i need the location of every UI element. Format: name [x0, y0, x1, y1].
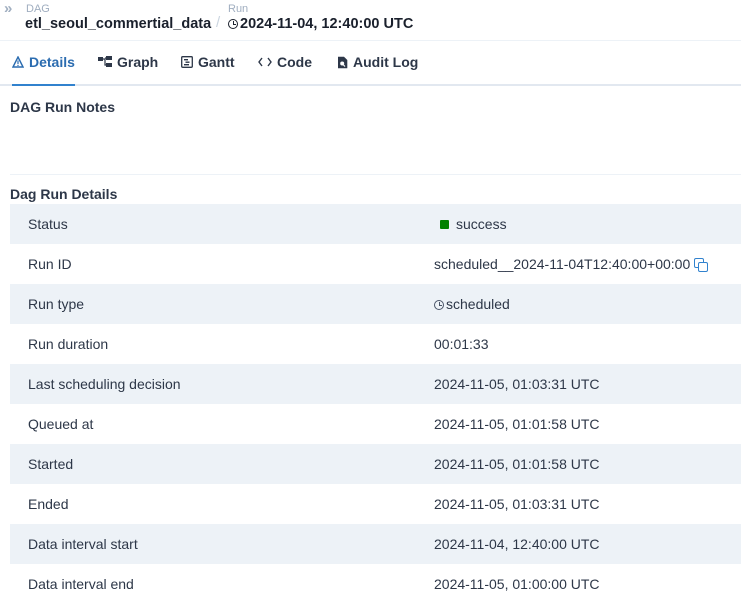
double-chevron-right-icon[interactable]: »	[4, 0, 12, 17]
row-value-data-interval-end: 2024-11-05, 01:00:00 UTC	[434, 576, 600, 592]
row-key-started: Started	[10, 444, 434, 484]
gantt-icon	[181, 56, 193, 68]
table-row: Status success	[10, 204, 741, 244]
row-key-run-type: Run type	[10, 284, 434, 324]
clock-icon	[228, 19, 238, 29]
tab-gantt-label: Gantt	[198, 54, 235, 70]
breadcrumb-separator: /	[216, 14, 221, 31]
table-row: Run type scheduled	[10, 284, 741, 324]
table-row: Queued at 2024-11-05, 01:01:58 UTC	[10, 404, 741, 444]
row-key-data-interval-start: Data interval start	[10, 524, 434, 564]
tab-graph[interactable]: Graph	[98, 40, 158, 84]
row-value-run-duration: 00:01:33	[434, 336, 489, 352]
breadcrumb-run-value[interactable]: 2024-11-04, 12:40:00 UTC	[228, 16, 413, 32]
table-row: Ended 2024-11-05, 01:03:31 UTC	[10, 484, 741, 524]
table-row: Run ID scheduled__2024-11-04T12:40:00+00…	[10, 244, 741, 284]
row-value-last-scheduling-decision: 2024-11-05, 01:03:31 UTC	[434, 364, 741, 404]
tab-audit-log-label: Audit Log	[353, 54, 419, 70]
row-key-run-duration: Run duration	[28, 336, 109, 352]
row-value-ended: 2024-11-05, 01:03:31 UTC	[434, 496, 600, 512]
breadcrumb-dag-id[interactable]: etl_seoul_commertial_data	[25, 16, 211, 32]
row-key-status: Status	[10, 204, 434, 244]
tab-gantt[interactable]: Gantt	[181, 40, 235, 84]
breadcrumb: » DAG etl_seoul_commertial_data / Run 20…	[0, 0, 741, 41]
notes-divider	[10, 174, 741, 175]
run-id-text: scheduled__2024-11-04T12:40:00+00:00	[434, 256, 691, 272]
row-value-data-interval-start: 2024-11-04, 12:40:00 UTC	[434, 524, 741, 564]
tab-code[interactable]: Code	[258, 40, 312, 84]
breadcrumb-dag-label: DAG	[26, 3, 50, 15]
table-row: Run duration 00:01:33	[10, 324, 741, 364]
row-value-run-id: scheduled__2024-11-04T12:40:00+00:00	[434, 244, 741, 284]
document-search-icon	[337, 56, 348, 69]
tab-code-label: Code	[277, 54, 312, 70]
run-type-text: scheduled	[446, 296, 510, 312]
copy-icon[interactable]	[694, 258, 709, 272]
warning-triangle-icon	[12, 56, 24, 68]
row-key-run-id: Run ID	[28, 256, 72, 272]
row-key-ended: Ended	[28, 496, 69, 512]
graph-icon	[98, 56, 112, 68]
clock-icon	[434, 300, 444, 310]
row-value-status: success	[434, 204, 741, 244]
code-icon	[258, 57, 272, 67]
breadcrumb-run-label: Run	[228, 3, 249, 15]
tab-bar: Details Graph Gantt Code Audit Log	[0, 40, 741, 86]
row-key-queued-at: Queued at	[28, 416, 94, 432]
notes-title: DAG Run Notes	[10, 99, 115, 115]
row-value-started: 2024-11-05, 01:01:58 UTC	[434, 444, 741, 484]
tab-details[interactable]: Details	[12, 40, 75, 86]
row-key-last-scheduling-decision: Last scheduling decision	[10, 364, 434, 404]
breadcrumb-run-text: 2024-11-04, 12:40:00 UTC	[240, 16, 414, 32]
row-value-run-type: scheduled	[434, 284, 741, 324]
table-row: Last scheduling decision 2024-11-05, 01:…	[10, 364, 741, 404]
tab-audit-log[interactable]: Audit Log	[337, 40, 418, 84]
table-row: Started 2024-11-05, 01:01:58 UTC	[10, 444, 741, 484]
status-badge: success	[456, 216, 507, 232]
row-value-queued-at: 2024-11-05, 01:01:58 UTC	[434, 416, 600, 432]
table-row: Data interval start 2024-11-04, 12:40:00…	[10, 524, 741, 564]
tab-details-label: Details	[29, 54, 75, 70]
status-square-icon	[440, 220, 449, 229]
details-title: Dag Run Details	[10, 186, 118, 202]
row-key-data-interval-end: Data interval end	[28, 576, 134, 592]
details-table: Status success Run ID scheduled__2024-11…	[10, 204, 741, 604]
table-row: Data interval end 2024-11-05, 01:00:00 U…	[10, 564, 741, 604]
tab-graph-label: Graph	[117, 54, 159, 70]
